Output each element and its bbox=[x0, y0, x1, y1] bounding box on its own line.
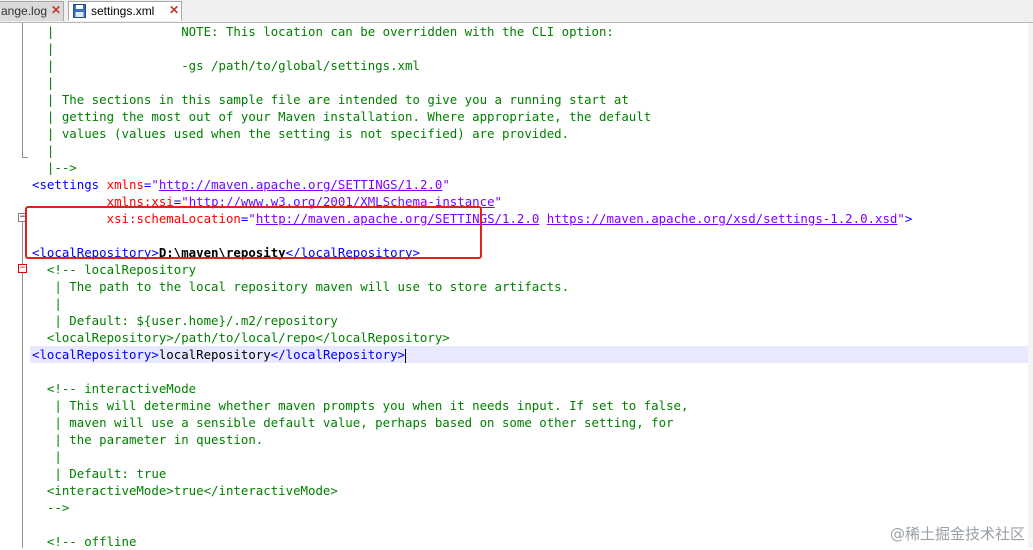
scrollbar[interactable] bbox=[1028, 23, 1033, 548]
quote-mark: " bbox=[897, 211, 905, 226]
tag-name: <settings bbox=[32, 177, 100, 192]
code-line: --> bbox=[32, 500, 70, 515]
tag-open: <localRepository> bbox=[32, 245, 159, 260]
tab-settings-xml[interactable]: settings.xml ✕ bbox=[68, 1, 182, 21]
code-line: | bbox=[32, 296, 62, 311]
tab-label: ange.log bbox=[1, 4, 48, 18]
tab-label: settings.xml bbox=[91, 4, 155, 18]
tab-change-log[interactable]: ange.log ✕ bbox=[0, 1, 64, 21]
tag-close: </localRepository> bbox=[285, 245, 420, 260]
fold-minus-icon[interactable]: − bbox=[18, 213, 27, 222]
local-repo-line: <localRepository>D:\maven\reposity</loca… bbox=[32, 244, 420, 261]
code-line: <!-- interactiveMode bbox=[32, 381, 197, 396]
attr-value-link[interactable]: http://maven.apache.org/SETTINGS/1.2.0 bbox=[256, 211, 539, 226]
quote-mark: " bbox=[248, 211, 256, 226]
code-line: | -gs /path/to/global/settings.xml bbox=[32, 58, 420, 73]
fold-end bbox=[22, 157, 28, 158]
code-line: <interactiveMode>true</interactiveMode> bbox=[32, 483, 338, 498]
attr-value-link[interactable]: https://maven.apache.org/xsd/settings-1.… bbox=[547, 211, 898, 226]
code-line: | NOTE: This location can be overridden … bbox=[32, 24, 614, 39]
attr-name: xsi:schemaLocation bbox=[106, 211, 241, 226]
current-line-value: localRepository bbox=[158, 347, 271, 362]
attr-name: xmlns bbox=[106, 177, 144, 192]
watermark: @稀土掘金技术社区 bbox=[889, 525, 1025, 543]
close-icon[interactable]: ✕ bbox=[169, 4, 179, 16]
tag-open: <localRepository> bbox=[32, 347, 159, 362]
quote-mark: " bbox=[494, 194, 503, 209]
tab-bar: ange.log ✕ settings.xml ✕ bbox=[0, 0, 1033, 23]
code-line: <!-- offline bbox=[32, 534, 137, 549]
quote-mark: " bbox=[151, 177, 159, 192]
code-line: | Default: ${user.home}/.m2/repository bbox=[32, 313, 338, 328]
code-line: | Default: true bbox=[32, 466, 167, 481]
close-icon[interactable]: ✕ bbox=[51, 4, 61, 16]
code-line: | maven will use a sensible default valu… bbox=[32, 415, 674, 430]
code-line: | The sections in this sample file are i… bbox=[32, 92, 629, 107]
fold-line bbox=[22, 23, 23, 157]
save-disk-icon bbox=[73, 4, 86, 18]
tag-close: </localRepository> bbox=[270, 347, 406, 362]
text-caret bbox=[405, 348, 407, 363]
attr-value-link[interactable]: http://www.w3.org/2001/XMLSchema-instanc… bbox=[189, 194, 495, 209]
settings-open-line: <settings xmlns="http://maven.apache.org… bbox=[32, 176, 450, 193]
code-line: | This will determine whether maven prom… bbox=[32, 398, 689, 413]
schema-attr-line: xsi:schemaLocation="http://maven.apache.… bbox=[32, 210, 913, 227]
fold-minus-icon[interactable]: − bbox=[18, 264, 27, 273]
current-line[interactable]: <localRepository>localRepository</localR… bbox=[30, 346, 1030, 363]
code-line: <!-- localRepository bbox=[32, 262, 197, 277]
tag-close: > bbox=[904, 211, 913, 226]
xsi-attr-line: xmlns:xsi="http://www.w3.org/2001/XMLSch… bbox=[32, 193, 502, 210]
quote-mark: " bbox=[442, 177, 450, 192]
code-line: |--> bbox=[32, 160, 77, 175]
code-line: | bbox=[32, 143, 55, 158]
code-line: | getting the most out of your Maven ins… bbox=[32, 109, 652, 124]
code-line: | values (values used when the setting i… bbox=[32, 126, 570, 141]
local-repo-value: D:\maven\reposity bbox=[158, 245, 286, 260]
code-line: | the parameter in question. bbox=[32, 432, 264, 447]
code-line: <localRepository>/path/to/local/repo</lo… bbox=[32, 330, 450, 345]
code-line: | bbox=[32, 75, 55, 90]
quote-mark: " bbox=[181, 194, 189, 209]
code-editor[interactable]: − − | NOTE: This location can be overrid… bbox=[0, 23, 1033, 549]
attr-name: xmlns:xsi bbox=[106, 194, 174, 209]
attr-value-link[interactable]: http://maven.apache.org/SETTINGS/1.2.0 bbox=[159, 177, 442, 192]
code-line: | bbox=[32, 41, 55, 56]
fold-gutter: − − bbox=[0, 23, 30, 548]
code-line: | bbox=[32, 449, 62, 464]
code-line: | The path to the local repository maven… bbox=[32, 279, 570, 294]
